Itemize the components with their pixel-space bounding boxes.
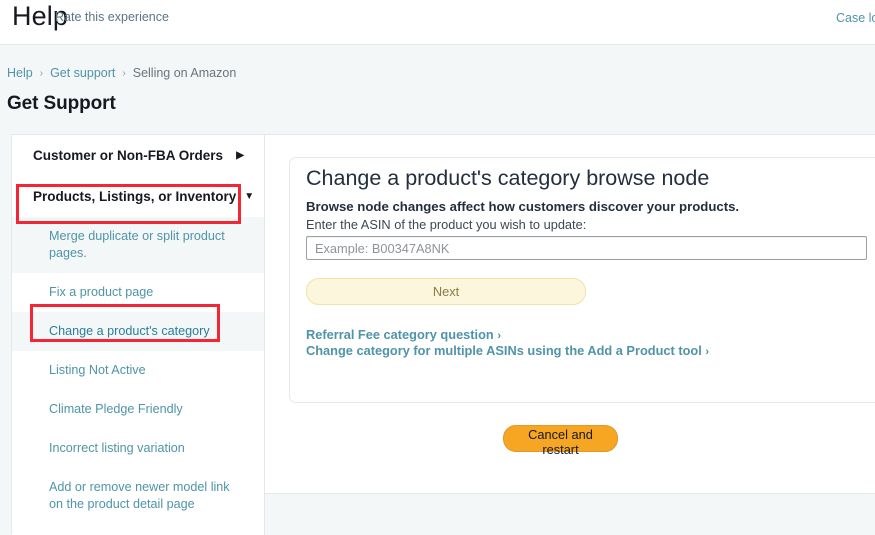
breadcrumb-separator-icon: › (122, 68, 125, 79)
main-panel: Customer or Non-FBA Orders ▶ Products, L… (11, 134, 875, 534)
breadcrumb-item-help[interactable]: Help (7, 66, 33, 80)
sidebar-item-add-or-remove-newer-model-link[interactable]: Add or remove newer model link on the pr… (12, 468, 264, 524)
top-header: Help Rate this experience Case lo (0, 0, 875, 45)
content-footer (265, 493, 875, 535)
sidebar-item-climate-pledge-friendly[interactable]: Climate Pledge Friendly (12, 390, 264, 429)
breadcrumb-item-get-support[interactable]: Get support (50, 66, 115, 80)
next-button[interactable]: Next (306, 278, 586, 305)
link-label: Referral Fee category question (306, 327, 494, 342)
change-category-multiple-asins-link[interactable]: Change category for multiple ASINs using… (306, 343, 709, 358)
chevron-right-icon: › (497, 330, 501, 342)
asin-input[interactable] (306, 236, 867, 260)
sidebar-category-label: Products, Listings, or Inventory (33, 189, 236, 204)
sidebar-item-fix-a-product-page[interactable]: Fix a product page (12, 273, 264, 312)
card-subtitle: Browse node changes affect how customers… (306, 199, 739, 214)
breadcrumb-separator-icon: › (40, 68, 43, 79)
case-log-link[interactable]: Case lo (836, 11, 875, 25)
chevron-right-icon: › (705, 346, 709, 358)
cancel-and-restart-button[interactable]: Cancel and restart (503, 425, 618, 452)
sidebar-category-customer-or-non-fba-orders[interactable]: Customer or Non-FBA Orders ▶ (12, 135, 264, 176)
page-title: Get Support (7, 93, 116, 115)
sidebar-item-listing-not-active[interactable]: Listing Not Active (12, 351, 264, 390)
chevron-down-icon: ▼ (244, 191, 254, 202)
breadcrumb-item-selling-on-amazon: Selling on Amazon (133, 66, 237, 80)
card-prompt: Enter the ASIN of the product you wish t… (306, 217, 586, 232)
sidebar-item-change-a-products-category[interactable]: Change a product's category (12, 312, 264, 351)
sidebar: Customer or Non-FBA Orders ▶ Products, L… (12, 135, 265, 535)
change-category-card: Change a product's category browse node … (289, 157, 875, 403)
breadcrumb: Help › Get support › Selling on Amazon (7, 66, 236, 80)
sidebar-item-merge-duplicate-or-split-product-pages[interactable]: Merge duplicate or split product pages. (12, 217, 264, 273)
content-area: Change a product's category browse node … (265, 135, 875, 535)
link-label: Change category for multiple ASINs using… (306, 343, 702, 358)
card-title: Change a product's category browse node (306, 166, 709, 191)
rate-experience-link[interactable]: Rate this experience (55, 10, 169, 24)
referral-fee-category-question-link[interactable]: Referral Fee category question › (306, 327, 501, 342)
sidebar-category-label: Customer or Non-FBA Orders (33, 148, 223, 163)
chevron-right-icon: ▶ (236, 150, 244, 161)
sidebar-category-products-listings-or-inventory[interactable]: Products, Listings, or Inventory ▼ (12, 176, 264, 217)
sidebar-item-incorrect-listing-variation[interactable]: Incorrect listing variation (12, 429, 264, 468)
